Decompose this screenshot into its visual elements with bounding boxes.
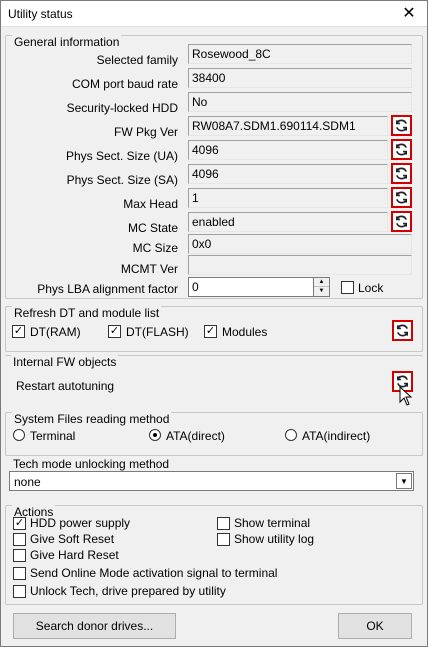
refresh-icon xyxy=(395,167,408,180)
refresh-dt-title: Refresh DT and module list xyxy=(12,306,162,320)
phys-sect-ua-refresh-button[interactable] xyxy=(391,139,412,160)
refresh-icon xyxy=(395,191,408,204)
refresh-dt-button[interactable] xyxy=(392,320,413,341)
internal-fw-title: Internal FW objects xyxy=(11,355,119,369)
modules-label: Modules xyxy=(222,325,268,339)
give-soft-reset-checkbox[interactable] xyxy=(13,533,26,546)
give-hard-reset-checkbox[interactable] xyxy=(13,549,26,562)
mc-state-label: MC State xyxy=(127,221,178,235)
security-locked-value: No xyxy=(188,92,412,112)
lock-label: Lock xyxy=(358,281,384,295)
terminal-radio-label: Terminal xyxy=(30,429,76,443)
online-mode-signal-checkbox[interactable] xyxy=(13,567,26,580)
terminal-radio[interactable] xyxy=(13,429,25,441)
dt-ram-checkbox[interactable]: ✓ xyxy=(12,325,25,338)
dt-flash-checkbox[interactable]: ✓ xyxy=(108,325,121,338)
max-head-label: Max Head xyxy=(123,197,178,211)
lba-alignment-label: Phys LBA alignment factor xyxy=(37,282,178,296)
mc-size-label: MC Size xyxy=(132,241,178,255)
mcmt-ver-label: MCMT Ver xyxy=(120,262,178,276)
give-soft-reset-label: Give Soft Reset xyxy=(30,532,115,546)
mc-state-refresh-button[interactable] xyxy=(391,211,412,232)
utility-status-window: Utility status ✕ General information Sel… xyxy=(0,0,428,647)
refresh-icon xyxy=(395,119,408,132)
ata-indirect-radio[interactable] xyxy=(285,429,297,441)
show-terminal-checkbox[interactable] xyxy=(217,517,230,530)
ata-indirect-radio-label: ATA(indirect) xyxy=(302,429,371,443)
spin-down-icon[interactable]: ▼ xyxy=(314,287,329,296)
phys-sect-sa-label: Phys Sect. Size (SA) xyxy=(66,173,178,187)
chevron-down-icon[interactable]: ▼ xyxy=(396,473,412,489)
show-utility-log-label: Show utility log xyxy=(234,532,315,546)
fw-pkg-ver-refresh-button[interactable] xyxy=(391,115,412,136)
phys-sect-ua-label: Phys Sect. Size (UA) xyxy=(65,149,178,163)
ok-button[interactable]: OK xyxy=(338,613,412,639)
mouse-cursor-icon xyxy=(399,386,413,406)
tech-mode-selected: none xyxy=(14,475,41,489)
dt-flash-label: DT(FLASH) xyxy=(126,325,189,339)
tech-mode-title: Tech mode unlocking method xyxy=(11,457,172,471)
general-information-title: General information xyxy=(12,35,122,49)
mcmt-ver-value xyxy=(188,255,412,275)
title-bar: Utility status ✕ xyxy=(1,1,427,27)
hdd-power-supply-checkbox[interactable]: ✓ xyxy=(13,517,26,530)
phys-sect-sa-refresh-button[interactable] xyxy=(391,163,412,184)
fw-pkg-ver-value: RW08A7.SDM1.690114.SDM1 xyxy=(188,116,388,136)
lba-alignment-spinner[interactable]: ▲ ▼ xyxy=(314,277,330,297)
close-icon[interactable]: ✕ xyxy=(399,4,419,24)
system-files-title: System Files reading method xyxy=(12,412,172,426)
fw-pkg-ver-label: FW Pkg Ver xyxy=(113,125,178,139)
hdd-power-supply-label: HDD power supply xyxy=(30,516,131,530)
show-terminal-label: Show terminal xyxy=(234,516,311,530)
phys-sect-sa-value: 4096 xyxy=(188,164,388,184)
dt-ram-label: DT(RAM) xyxy=(30,325,81,339)
show-utility-log-checkbox[interactable] xyxy=(217,533,230,546)
ata-direct-radio[interactable] xyxy=(149,429,161,441)
refresh-icon xyxy=(395,143,408,156)
window-title: Utility status xyxy=(8,7,73,21)
mc-state-value: enabled xyxy=(188,212,388,232)
security-locked-label: Security-locked HDD xyxy=(66,101,178,115)
online-mode-signal-label: Send Online Mode activation signal to te… xyxy=(30,566,278,580)
selected-family-label: Selected family xyxy=(96,53,178,67)
refresh-icon xyxy=(395,215,408,228)
spin-up-icon[interactable]: ▲ xyxy=(314,278,329,287)
tech-mode-select[interactable]: none ▼ xyxy=(9,471,414,491)
restart-autotuning-label: Restart autotuning xyxy=(16,379,115,393)
max-head-value: 1 xyxy=(188,188,388,208)
mc-size-value: 0x0 xyxy=(188,234,412,254)
unlock-tech-checkbox[interactable] xyxy=(13,585,26,598)
search-donor-drives-button[interactable]: Search donor drives... xyxy=(13,613,176,639)
ata-direct-radio-label: ATA(direct) xyxy=(166,429,225,443)
baud-rate-value: 38400 xyxy=(188,68,412,88)
baud-rate-label: COM port baud rate xyxy=(71,77,178,91)
refresh-icon xyxy=(396,324,409,337)
unlock-tech-label: Unlock Tech, drive prepared by utility xyxy=(30,584,226,598)
modules-checkbox[interactable]: ✓ xyxy=(204,325,217,338)
give-hard-reset-label: Give Hard Reset xyxy=(30,548,119,562)
lba-alignment-input[interactable]: 0 xyxy=(188,277,314,297)
selected-family-value: Rosewood_8C xyxy=(188,44,412,64)
phys-sect-ua-value: 4096 xyxy=(188,140,388,160)
max-head-refresh-button[interactable] xyxy=(391,187,412,208)
lock-checkbox[interactable] xyxy=(341,281,354,294)
